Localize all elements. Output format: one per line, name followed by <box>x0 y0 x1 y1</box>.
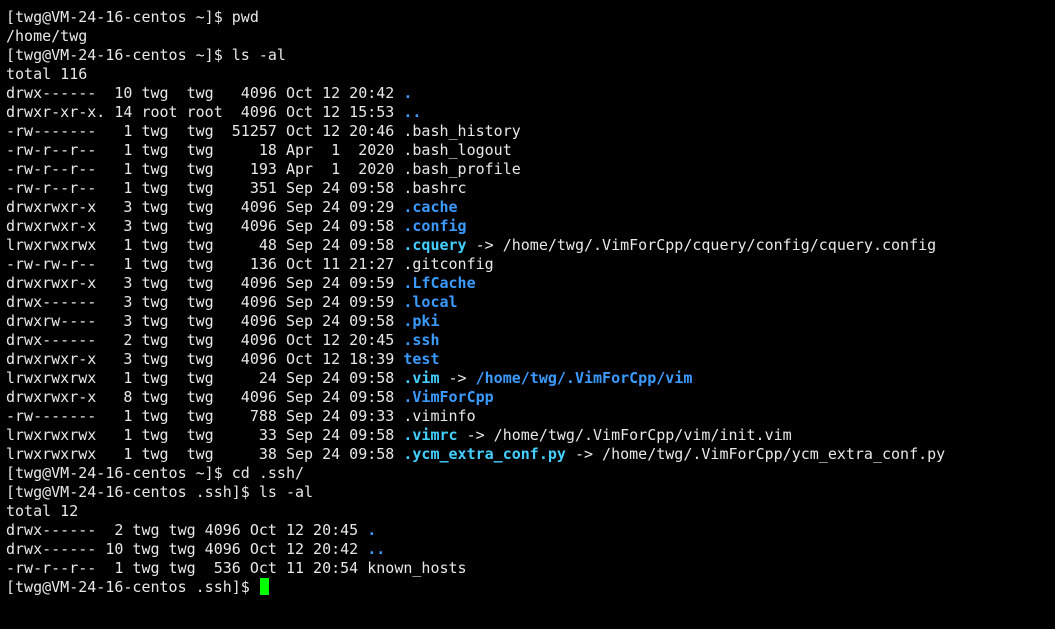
terminal-line: [twg@VM-24-16-centos ~]$ ls -al <box>6 46 945 65</box>
output-text: drwx------ 2 twg twg 4096 Oct 12 20:45 <box>6 521 368 539</box>
output-text: drwxrwxr-x 3 twg twg 4096 Oct 12 18:39 <box>6 350 404 368</box>
terminal-line: drwxrwxr-x 3 twg twg 4096 Sep 24 09:59 .… <box>6 274 945 293</box>
output-text: -rw-r--r-- 1 twg twg 536 Oct 11 20:54 kn… <box>6 559 467 577</box>
terminal-line: -rw-r--r-- 1 twg twg 536 Oct 11 20:54 kn… <box>6 559 945 578</box>
output-text: /home/twg <box>6 27 88 45</box>
output-text: -> /home/twg/.VimForCpp/ycm_extra_conf.p… <box>565 445 946 463</box>
output-text: lrwxrwxrwx 1 twg twg 24 Sep 24 09:58 <box>6 369 404 387</box>
output-text: drwxr-xr-x. 14 root root 4096 Oct 12 15:… <box>6 103 404 121</box>
directory-name: .. <box>367 540 386 558</box>
terminal-line: -rw-r--r-- 1 twg twg 351 Sep 24 09:58 .b… <box>6 179 945 198</box>
directory-name: . <box>367 521 377 539</box>
terminal-line: drwx------ 3 twg twg 4096 Sep 24 09:59 .… <box>6 293 945 312</box>
symlink-name: .cquery <box>403 236 467 254</box>
output-text: -rw-rw-r-- 1 twg twg 136 Oct 11 21:27 .g… <box>6 255 494 273</box>
terminal-line: drwxrw---- 3 twg twg 4096 Sep 24 09:58 .… <box>6 312 945 331</box>
output-text: drwxrwxr-x 3 twg twg 4096 Sep 24 09:59 <box>6 274 404 292</box>
directory-name: .. <box>403 103 422 121</box>
terminal-line: lrwxrwxrwx 1 twg twg 24 Sep 24 09:58 .vi… <box>6 369 945 388</box>
terminal-line: drwx------ 10 twg twg 4096 Oct 12 20:42 … <box>6 540 945 559</box>
directory-name: .LfCache <box>403 274 476 292</box>
terminal-window[interactable]: [twg@VM-24-16-centos ~]$ pwd/home/twg [tw… <box>0 0 1055 629</box>
terminal-line: drwxrwxr-x 3 twg twg 4096 Sep 24 09:29 .… <box>6 198 945 217</box>
terminal-line: total 116 <box>6 65 945 84</box>
directory-name: .ssh <box>403 331 440 349</box>
symlink-target-dir: /home/twg/.VimForCpp/vim <box>475 369 693 387</box>
output-text: [twg@VM-24-16-centos ~]$ pwd <box>6 8 259 26</box>
terminal-line: drwx------ 2 twg twg 4096 Oct 12 20:45 . <box>6 521 945 540</box>
output-text: lrwxrwxrwx 1 twg twg 38 Sep 24 09:58 <box>6 445 404 463</box>
output-text: -> /home/twg/.VimForCpp/vim/init.vim <box>457 426 792 444</box>
symlink-name: .vimrc <box>403 426 458 444</box>
terminal-line: [twg@VM-24-16-centos .ssh]$ ls -al <box>6 483 945 502</box>
output-text: total 116 <box>6 65 88 83</box>
terminal-line: -rw-rw-r-- 1 twg twg 136 Oct 11 21:27 .g… <box>6 255 945 274</box>
terminal-line: lrwxrwxrwx 1 twg twg 48 Sep 24 09:58 .cq… <box>6 236 945 255</box>
terminal-line: drwxrwxr-x 3 twg twg 4096 Sep 24 09:58 .… <box>6 217 945 236</box>
shell-prompt: [twg@VM-24-16-centos .ssh]$ <box>6 578 259 596</box>
output-text: lrwxrwxrwx 1 twg twg 33 Sep 24 09:58 <box>6 426 404 444</box>
output-text: [twg@VM-24-16-centos ~]$ ls -al <box>6 46 286 64</box>
terminal-line: total 12 <box>6 502 945 521</box>
directory-name: .cache <box>403 198 458 216</box>
output-text: -rw-r--r-- 1 twg twg 193 Apr 1 2020 .bas… <box>6 160 521 178</box>
directory-name: .local <box>403 293 458 311</box>
terminal-line: -rw-r--r-- 1 twg twg 18 Apr 1 2020 .bash… <box>6 141 945 160</box>
terminal-line: drwxr-xr-x. 14 root root 4096 Oct 12 15:… <box>6 103 945 122</box>
output-text: total 12 <box>6 502 79 520</box>
terminal-line: lrwxrwxrwx 1 twg twg 33 Sep 24 09:58 .vi… <box>6 426 945 445</box>
terminal-line: -rw------- 1 twg twg 788 Sep 24 09:33 .v… <box>6 407 945 426</box>
directory-name: . <box>403 84 413 102</box>
output-text: drwxrw---- 3 twg twg 4096 Sep 24 09:58 <box>6 312 404 330</box>
symlink-name: .vim <box>403 369 440 387</box>
output-text: -> /home/twg/.VimForCpp/cquery/config/cq… <box>466 236 937 254</box>
output-text: lrwxrwxrwx 1 twg twg 48 Sep 24 09:58 <box>6 236 404 254</box>
terminal-line: /home/twg <box>6 27 945 46</box>
directory-name: test <box>403 350 440 368</box>
terminal-line: drwxrwxr-x 8 twg twg 4096 Sep 24 09:58 .… <box>6 388 945 407</box>
output-text: drwxrwxr-x 3 twg twg 4096 Sep 24 09:29 <box>6 198 404 216</box>
output-text: -rw-r--r-- 1 twg twg 18 Apr 1 2020 .bash… <box>6 141 512 159</box>
output-text: drwxrwxr-x 8 twg twg 4096 Sep 24 09:58 <box>6 388 404 406</box>
directory-name: .VimForCpp <box>403 388 494 406</box>
terminal-line: drwxrwxr-x 3 twg twg 4096 Oct 12 18:39 t… <box>6 350 945 369</box>
directory-name: .config <box>403 217 467 235</box>
terminal-line: -rw-r--r-- 1 twg twg 193 Apr 1 2020 .bas… <box>6 160 945 179</box>
terminal-line: [twg@VM-24-16-centos ~]$ cd .ssh/ <box>6 464 945 483</box>
command-prompt-line[interactable]: [twg@VM-24-16-centos .ssh]$ <box>6 578 945 597</box>
output-text: drwxrwxr-x 3 twg twg 4096 Sep 24 09:58 <box>6 217 404 235</box>
terminal-output: [twg@VM-24-16-centos ~]$ pwd/home/twg [tw… <box>6 8 945 597</box>
symlink-name: .ycm_extra_conf.py <box>403 445 566 463</box>
output-text: drwx------ 3 twg twg 4096 Sep 24 09:59 <box>6 293 404 311</box>
terminal-line: -rw------- 1 twg twg 51257 Oct 12 20:46 … <box>6 122 945 141</box>
terminal-line: lrwxrwxrwx 1 twg twg 38 Sep 24 09:58 .yc… <box>6 445 945 464</box>
terminal-line: drwx------ 10 twg twg 4096 Oct 12 20:42 … <box>6 84 945 103</box>
output-text: drwx------ 2 twg twg 4096 Oct 12 20:45 <box>6 331 404 349</box>
output-text: [twg@VM-24-16-centos ~]$ cd .ssh/ <box>6 464 305 482</box>
output-text: drwx------ 10 twg twg 4096 Oct 12 20:42 <box>6 84 404 102</box>
text-cursor[interactable] <box>259 578 269 595</box>
output-text: -> <box>439 369 476 387</box>
output-text: -rw-r--r-- 1 twg twg 351 Sep 24 09:58 .b… <box>6 179 467 197</box>
output-text: drwx------ 10 twg twg 4096 Oct 12 20:42 <box>6 540 368 558</box>
output-text: -rw------- 1 twg twg 788 Sep 24 09:33 .v… <box>6 407 476 425</box>
terminal-line: drwx------ 2 twg twg 4096 Oct 12 20:45 .… <box>6 331 945 350</box>
output-text: -rw------- 1 twg twg 51257 Oct 12 20:46 … <box>6 122 521 140</box>
directory-name: .pki <box>403 312 440 330</box>
terminal-line: [twg@VM-24-16-centos ~]$ pwd <box>6 8 945 27</box>
output-text: [twg@VM-24-16-centos .ssh]$ ls -al <box>6 483 314 501</box>
